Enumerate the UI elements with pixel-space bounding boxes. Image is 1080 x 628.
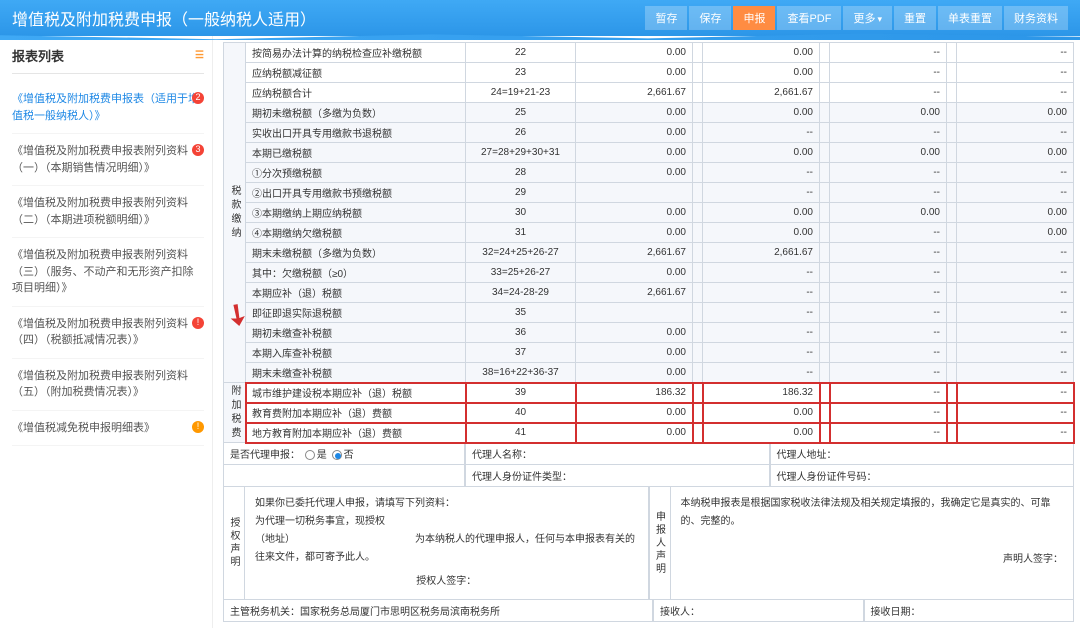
table-row: ②出口开具专用缴款书预缴税额29------ <box>224 183 1074 203</box>
table-row: 期末未缴税额（多缴为负数）32=24+25+26-272,661.672,661… <box>224 243 1074 263</box>
table-row: 税款缴纳按简易办法计算的纳税检查应补缴税额220.000.00---- <box>224 43 1074 63</box>
sidebar-item-6[interactable]: 《增值税减免税申报明细表》! <box>12 411 204 447</box>
table-row: 教育费附加本期应补（退）费额400.000.00---- <box>224 403 1074 423</box>
table-row: 实收出口开具专用缴款书退税额260.00------ <box>224 123 1074 143</box>
table-row: 附加税费城市维护建设税本期应补（退）税额39186.32186.32---- <box>224 383 1074 403</box>
table-row: ①分次预缴税额280.00------ <box>224 163 1074 183</box>
section-add: 附加税费 <box>224 383 246 443</box>
declaration-block: 授权声明 如果你已委托代理人申报，请填写下列资料： 为代理一切税务事宜，现授权 … <box>223 487 1074 600</box>
temp-button[interactable]: 暂存 <box>645 6 687 30</box>
org-row: 主管税务机关：国家税务总局厦门市思明区税务局滨南税务所 接收人： 接收日期： <box>223 600 1074 622</box>
sidebar-item-1[interactable]: 《增值税及附加税费申报表附列资料（一）（本期销售情况明细）》3 <box>12 134 204 186</box>
menu-icon[interactable]: ☰ <box>195 50 204 61</box>
sidebar-item-2[interactable]: 《增值税及附加税费申报表附列资料（二）（本期进项税额明细）》 <box>12 186 204 238</box>
table-row: 本期应补（退）税额34=24-28-292,661.67------ <box>224 283 1074 303</box>
table-row: 即征即退实际退税额35------ <box>224 303 1074 323</box>
table-row: 应纳税额合计24=19+21-232,661.672,661.67---- <box>224 83 1074 103</box>
table-row: 期初未缴税额（多缴为负数）250.000.000.000.00 <box>224 103 1074 123</box>
fin-button[interactable]: 财务资料 <box>1004 6 1068 30</box>
table-row: 其中：欠缴税额（≥0）33=25+26-270.00------ <box>224 263 1074 283</box>
section-tax: 税款缴纳 <box>224 43 246 383</box>
main-content: 税款缴纳按简易办法计算的纳税检查应补缴税额220.000.00----应纳税额减… <box>213 36 1080 628</box>
decl-label: 申报人声明 <box>649 487 671 600</box>
pdf-button[interactable]: 查看PDF <box>777 6 841 30</box>
badge: 2 <box>192 92 204 104</box>
save-button[interactable]: 保存 <box>689 6 731 30</box>
table-row: 本期已缴税额27=28+29+30+310.000.000.000.00 <box>224 143 1074 163</box>
sidebar-item-0[interactable]: 《增值税及附加税费申报表（适用于增值税一般纳税人）》2 <box>12 82 204 134</box>
auth-label: 授权声明 <box>223 487 245 600</box>
reset1-button[interactable]: 单表重置 <box>938 6 1002 30</box>
agent-row-2: 代理人身份证件类型： 代理人身份证件号码： <box>223 465 1074 487</box>
sidebar-title: 报表列表 ☰ <box>12 46 204 74</box>
table-row: 应纳税额减征额230.000.00---- <box>224 63 1074 83</box>
submit-button[interactable]: 申报 <box>733 6 775 30</box>
page-title: 增值税及附加税费申报（一般纳税人适用） <box>12 6 645 30</box>
toolbar: 暂存保存申报查看PDF更多重置单表重置财务资料 <box>645 6 1068 30</box>
badge: ! <box>192 317 204 329</box>
table-row: 期末未缴查补税额38=16+22+36-370.00------ <box>224 363 1074 383</box>
app-header: 增值税及附加税费申报（一般纳税人适用） 暂存保存申报查看PDF更多重置单表重置财… <box>0 0 1080 36</box>
badge: ! <box>192 421 204 433</box>
badge: 3 <box>192 144 204 156</box>
radio-no[interactable] <box>332 450 342 460</box>
auth-text: 如果你已委托代理人申报，请填写下列资料： 为代理一切税务事宜，现授权 （地址）为… <box>245 487 649 600</box>
sidebar: 报表列表 ☰ 《增值税及附加税费申报表（适用于增值税一般纳税人）》2《增值税及附… <box>0 36 213 628</box>
sidebar-item-4[interactable]: 《增值税及附加税费申报表附列资料（四）（税额抵减情况表）》! <box>12 307 204 359</box>
sidebar-item-3[interactable]: 《增值税及附加税费申报表附列资料（三）（服务、不动产和无形资产扣除项目明细）》 <box>12 238 204 307</box>
more-button[interactable]: 更多 <box>843 6 892 30</box>
decl-text: 本纳税申报表是根据国家税收法律法规及相关规定填报的，我确定它是真实的、可靠的、完… <box>671 487 1075 600</box>
table-row: ③本期缴纳上期应纳税额300.000.000.000.00 <box>224 203 1074 223</box>
table-row: ④本期缴纳欠缴税额310.000.00--0.00 <box>224 223 1074 243</box>
reset-button[interactable]: 重置 <box>894 6 936 30</box>
sidebar-item-5[interactable]: 《增值税及附加税费申报表附列资料（五）（附加税费情况表）》 <box>12 359 204 411</box>
tax-table: 税款缴纳按简易办法计算的纳税检查应补缴税额220.000.00----应纳税额减… <box>223 42 1074 443</box>
table-row: 地方教育附加本期应补（退）费额410.000.00---- <box>224 423 1074 443</box>
radio-yes[interactable] <box>305 450 315 460</box>
table-row: 本期入库查补税额370.00------ <box>224 343 1074 363</box>
agent-row-1: 是否代理申报： 是 否 代理人名称： 代理人地址： <box>223 443 1074 465</box>
table-row: 期初未缴查补税额360.00------ <box>224 323 1074 343</box>
